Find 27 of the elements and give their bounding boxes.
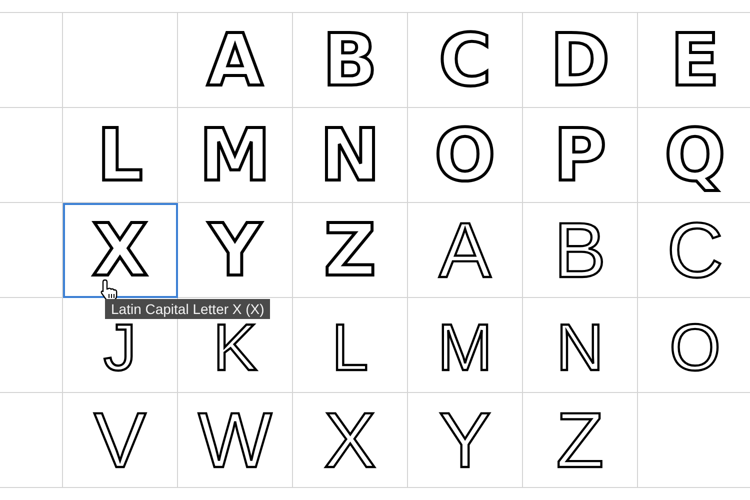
glyph-cell[interactable]: Y (178, 203, 293, 298)
glyph-cell[interactable]: X (63, 203, 178, 298)
glyph-cell[interactable]: L (63, 108, 178, 203)
glyph-cell[interactable]: P (523, 108, 638, 203)
glyph-cell[interactable]: M (408, 298, 523, 393)
glyph-cell[interactable]: L (293, 298, 408, 393)
glyph-cell[interactable]: E (638, 13, 750, 108)
tooltip: Latin Capital Letter X (X) (105, 299, 270, 319)
glyph-cell[interactable]: D (523, 13, 638, 108)
glyph-cell[interactable]: Q (638, 108, 750, 203)
glyph-cell[interactable]: O (638, 298, 750, 393)
glyph-cell[interactable]: C (408, 13, 523, 108)
glyph-cell[interactable]: O (408, 108, 523, 203)
glyph-cell[interactable]: A (178, 13, 293, 108)
glyph-cell[interactable]: Z (293, 203, 408, 298)
glyph-cell[interactable]: N (523, 298, 638, 393)
glyph-cell[interactable]: V (63, 393, 178, 488)
glyph-cell[interactable]: X (293, 393, 408, 488)
glyph-cell[interactable]: N (293, 108, 408, 203)
glyph-cell[interactable]: Z (523, 393, 638, 488)
glyph-cell[interactable]: A (408, 203, 523, 298)
glyph-cell[interactable]: C (638, 203, 750, 298)
glyph-cell[interactable]: B (293, 13, 408, 108)
glyph-cell[interactable]: B (523, 203, 638, 298)
glyph-cell[interactable]: M (178, 108, 293, 203)
glyph-cell[interactable]: Y (408, 393, 523, 488)
glyph-cell[interactable]: W (178, 393, 293, 488)
